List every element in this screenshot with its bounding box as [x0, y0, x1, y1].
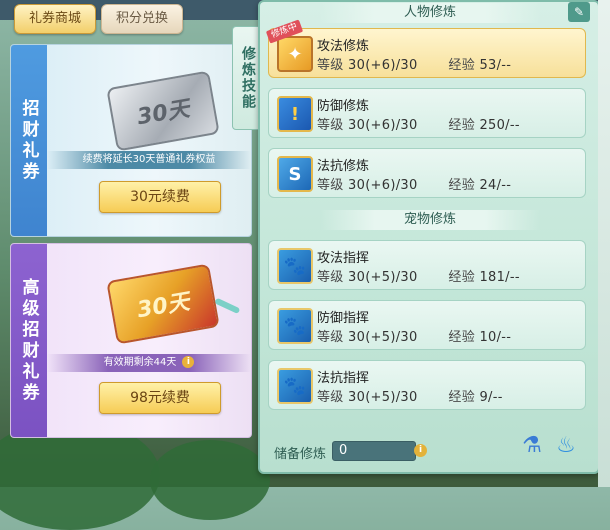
level-label: 等级: [317, 178, 344, 193]
card-label: 高级招财礼券: [11, 244, 47, 437]
skill-stats: 等级 30(+6)/30 经验 53/--: [317, 54, 511, 73]
edit-icon[interactable]: ✎: [568, 2, 590, 22]
right-edge-panel: [598, 0, 610, 487]
resist-shield-icon: S: [277, 156, 313, 192]
level-value: 30(+5)/30: [348, 390, 418, 405]
flame-icon[interactable]: ♨: [554, 432, 578, 460]
skill-name: 法抗指挥: [317, 371, 370, 386]
skill-row-resist[interactable]: S 法抗修炼 等级 30(+6)/30 经验 24/--: [268, 148, 586, 198]
level-label: 等级: [317, 390, 344, 405]
coupon-card-standard: 招财礼券 30天 续费将延长30天普通礼券权益 30元续费: [10, 44, 252, 237]
level-value: 30(+6)/30: [348, 58, 418, 73]
exp-value: 9/--: [479, 390, 503, 405]
exp-label: 经验: [448, 58, 476, 73]
level-label: 等级: [317, 118, 344, 133]
silver-ticket-icon: 30天: [106, 70, 220, 152]
defense-shield-icon: !: [277, 96, 313, 132]
skill-name: 攻法修炼: [317, 39, 370, 54]
potion-icon[interactable]: ⚗: [520, 432, 544, 460]
reserve-value-field: 0: [332, 441, 416, 461]
skill-stats: 等级 30(+5)/30 经验 181/--: [317, 266, 520, 285]
exp-value: 53/--: [479, 58, 512, 73]
attack-magic-icon: ✦: [277, 36, 313, 72]
exp-label: 经验: [448, 330, 476, 345]
exp-value: 10/--: [479, 330, 512, 345]
tab-points-exchange[interactable]: 积分兑换: [101, 4, 183, 34]
exp-value: 181/--: [479, 270, 520, 285]
exp-label: 经验: [448, 390, 476, 405]
reserve-label: 储备修炼: [274, 447, 327, 462]
skill-row-defense[interactable]: ! 防御修炼 等级 30(+6)/30 经验 250/--: [268, 88, 586, 138]
skill-name: 防御修炼: [317, 99, 370, 114]
card-label: 招财礼券: [11, 45, 47, 236]
level-value: 30(+5)/30: [348, 270, 418, 285]
skill-row-pet-defense[interactable]: 🐾 防御指挥 等级 30(+5)/30 经验 10/--: [268, 300, 586, 350]
level-label: 等级: [317, 58, 344, 73]
coupon-card-premium: 高级招财礼券 30天 有效期剩余44天 i 98元续费: [10, 243, 252, 438]
skill-row-pet-resist[interactable]: 🐾 法抗指挥 等级 30(+5)/30 经验 9/--: [268, 360, 586, 410]
card-note: 续费将延长30天普通礼券权益: [47, 151, 251, 169]
skill-name: 防御指挥: [317, 311, 370, 326]
card-note-text: 续费将延长30天普通礼券权益: [82, 154, 216, 165]
section-title-person: 人物修炼: [320, 3, 540, 23]
level-label: 等级: [317, 330, 344, 345]
skill-row-attack-magic[interactable]: ✦ 修炼中 攻法修炼 等级 30(+6)/30 经验 53/--: [265, 19, 586, 78]
skill-row-pet-attack[interactable]: 🐾 攻法指挥 等级 30(+5)/30 经验 181/--: [268, 240, 586, 290]
skill-stats: 等级 30(+5)/30 经验 9/--: [317, 386, 503, 405]
pet-attack-icon: 🐾: [277, 248, 313, 284]
section-title-pet: 宠物修炼: [320, 210, 540, 230]
renew-98-button[interactable]: 98元续费: [99, 382, 221, 414]
card-note: 有效期剩余44天 i: [47, 354, 251, 372]
pet-defense-icon: 🐾: [277, 308, 313, 344]
tab-coupon-mall[interactable]: 礼券商城: [14, 4, 96, 34]
skill-stats: 等级 30(+6)/30 经验 250/--: [317, 114, 520, 133]
gold-ticket-icon: 30天: [106, 263, 220, 345]
exp-label: 经验: [448, 270, 476, 285]
renew-30-button[interactable]: 30元续费: [99, 181, 221, 213]
exp-value: 24/--: [479, 178, 512, 193]
card-note-text: 有效期剩余44天: [103, 357, 177, 368]
exp-value: 250/--: [479, 118, 520, 133]
info-icon[interactable]: i: [182, 356, 195, 368]
exp-label: 经验: [448, 178, 476, 193]
level-label: 等级: [317, 270, 344, 285]
info-icon[interactable]: i: [414, 444, 427, 457]
skill-stats: 等级 30(+6)/30 经验 24/--: [317, 174, 511, 193]
skill-name: 攻法指挥: [317, 251, 370, 266]
pet-resist-icon: 🐾: [277, 368, 313, 404]
background-tree: [150, 440, 270, 520]
exp-label: 经验: [448, 118, 476, 133]
cultivation-panel: 人物修炼 ✎ ✦ 修炼中 攻法修炼 等级 30(+6)/30 经验 53/-- …: [258, 0, 600, 474]
level-value: 30(+6)/30: [348, 178, 418, 193]
skill-name: 法抗修炼: [317, 159, 370, 174]
level-value: 30(+6)/30: [348, 118, 418, 133]
level-value: 30(+5)/30: [348, 330, 418, 345]
skill-stats: 等级 30(+5)/30 经验 10/--: [317, 326, 511, 345]
